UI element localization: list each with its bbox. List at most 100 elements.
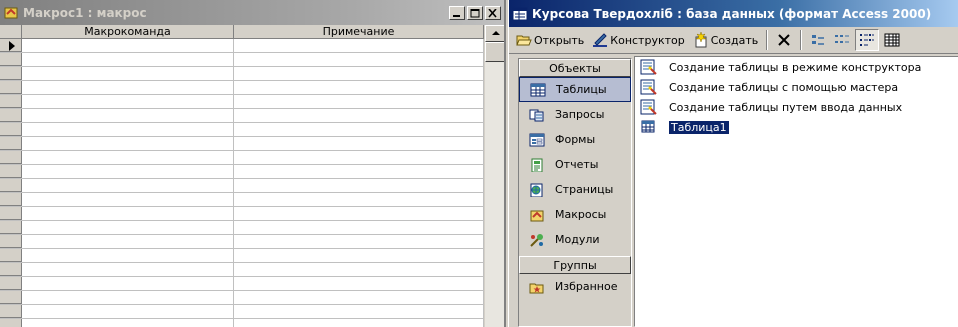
action-cell[interactable]: [22, 319, 234, 327]
row-selector[interactable]: [0, 81, 22, 94]
action-cell[interactable]: [22, 263, 234, 276]
action-cell[interactable]: [22, 67, 234, 80]
table-row[interactable]: [0, 165, 484, 179]
row-selector[interactable]: [0, 151, 22, 164]
table-row[interactable]: [0, 179, 484, 193]
table-row[interactable]: [0, 277, 484, 291]
action-cell[interactable]: [22, 221, 234, 234]
close-button[interactable]: [485, 5, 501, 20]
details-view-button[interactable]: [881, 29, 903, 51]
row-selector[interactable]: [0, 53, 22, 66]
row-selector[interactable]: [0, 179, 22, 192]
table-row[interactable]: [0, 95, 484, 109]
column-header-comment[interactable]: Примечание: [234, 25, 484, 38]
comment-cell[interactable]: [234, 123, 484, 136]
design-button[interactable]: Конструктор: [589, 29, 687, 51]
comment-cell[interactable]: [234, 207, 484, 220]
sidebar-item-macros[interactable]: Макросы: [519, 202, 631, 227]
row-selector[interactable]: [0, 193, 22, 206]
vertical-scrollbar[interactable]: [484, 25, 504, 327]
comment-cell[interactable]: [234, 95, 484, 108]
header-selector[interactable]: [0, 25, 22, 38]
maximize-button[interactable]: [467, 5, 483, 20]
row-selector[interactable]: [0, 221, 22, 234]
row-selector[interactable]: [0, 249, 22, 262]
row-selector[interactable]: [0, 305, 22, 318]
action-cell[interactable]: [22, 81, 234, 94]
table-row[interactable]: [0, 291, 484, 305]
table-row[interactable]: [0, 151, 484, 165]
action-cell[interactable]: [22, 207, 234, 220]
action-cell[interactable]: [22, 193, 234, 206]
list-view-button[interactable]: [855, 29, 880, 51]
table-row[interactable]: [0, 263, 484, 277]
action-cell[interactable]: [22, 53, 234, 66]
minimize-button[interactable]: [449, 5, 465, 20]
table-row[interactable]: [0, 305, 484, 319]
row-selector[interactable]: [0, 207, 22, 220]
column-header-action[interactable]: Макрокоманда: [22, 25, 234, 38]
comment-cell[interactable]: [234, 109, 484, 122]
table-row[interactable]: [0, 319, 484, 327]
list-item-table[interactable]: Таблица1: [635, 117, 958, 137]
comment-cell[interactable]: [234, 67, 484, 80]
db-titlebar[interactable]: Курсова Твердохліб : база данных (формат…: [509, 0, 958, 27]
row-selector[interactable]: [0, 319, 22, 327]
sidebar-item-tables[interactable]: Таблицы: [519, 77, 631, 102]
row-selector[interactable]: [0, 95, 22, 108]
small-icons-button[interactable]: [831, 29, 853, 51]
action-cell[interactable]: [22, 109, 234, 122]
table-row[interactable]: [0, 39, 484, 53]
comment-cell[interactable]: [234, 193, 484, 206]
comment-cell[interactable]: [234, 319, 484, 327]
groups-header-button[interactable]: Группы: [519, 256, 631, 274]
sidebar-item-modules[interactable]: Модули: [519, 227, 631, 252]
table-row[interactable]: [0, 53, 484, 67]
action-cell[interactable]: [22, 165, 234, 178]
create-button[interactable]: Создать: [690, 29, 762, 51]
action-cell[interactable]: [22, 151, 234, 164]
sidebar-item-reports[interactable]: Отчеты: [519, 152, 631, 177]
action-cell[interactable]: [22, 305, 234, 318]
action-cell[interactable]: [22, 39, 234, 52]
comment-cell[interactable]: [234, 165, 484, 178]
comment-cell[interactable]: [234, 263, 484, 276]
action-cell[interactable]: [22, 249, 234, 262]
action-cell[interactable]: [22, 179, 234, 192]
action-cell[interactable]: [22, 277, 234, 290]
table-row[interactable]: [0, 221, 484, 235]
action-cell[interactable]: [22, 137, 234, 150]
table-row[interactable]: [0, 67, 484, 81]
row-selector[interactable]: [0, 123, 22, 136]
action-cell[interactable]: [22, 95, 234, 108]
action-cell[interactable]: [22, 291, 234, 304]
list-item-shortcut[interactable]: Создание таблицы с помощью мастера: [635, 77, 958, 97]
macro-titlebar[interactable]: Макрос1 : макрос: [0, 0, 504, 25]
comment-cell[interactable]: [234, 53, 484, 66]
row-selector[interactable]: [0, 263, 22, 276]
macro-design-grid[interactable]: Макрокоманда Примечание: [0, 25, 504, 327]
action-cell[interactable]: [22, 235, 234, 248]
sidebar-item-favorites[interactable]: Избранное: [519, 274, 631, 299]
table-row[interactable]: [0, 207, 484, 221]
comment-cell[interactable]: [234, 179, 484, 192]
table-row[interactable]: [0, 123, 484, 137]
sidebar-item-pages[interactable]: Страницы: [519, 177, 631, 202]
scroll-thumb[interactable]: [485, 42, 504, 62]
comment-cell[interactable]: [234, 249, 484, 262]
table-row[interactable]: [0, 81, 484, 95]
table-row[interactable]: [0, 235, 484, 249]
row-selector[interactable]: [0, 67, 22, 80]
large-icons-button[interactable]: [807, 29, 829, 51]
list-item-shortcut[interactable]: Создание таблицы в режиме конструктора: [635, 57, 958, 77]
sidebar-item-forms[interactable]: Формы: [519, 127, 631, 152]
objects-header-button[interactable]: Объекты: [519, 59, 631, 77]
comment-cell[interactable]: [234, 235, 484, 248]
action-cell[interactable]: [22, 123, 234, 136]
table-row[interactable]: [0, 193, 484, 207]
row-selector[interactable]: [0, 235, 22, 248]
row-selector[interactable]: [0, 165, 22, 178]
row-selector[interactable]: [0, 109, 22, 122]
row-selector[interactable]: [0, 291, 22, 304]
list-item-shortcut[interactable]: Создание таблицы путем ввода данных: [635, 97, 958, 117]
